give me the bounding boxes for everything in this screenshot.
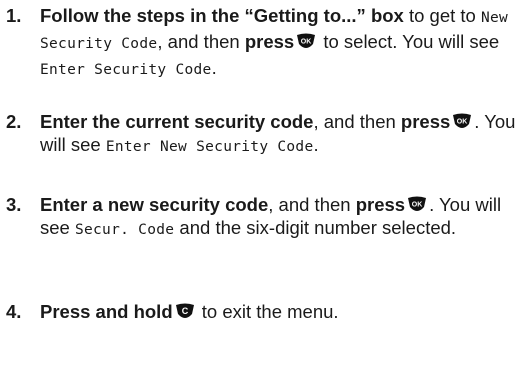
step-number: 3. [6,194,22,215]
ok-key-icon: OK [296,33,316,51]
step-number: 2. [6,111,22,132]
step-text: , and then [313,111,401,132]
display-text: Enter Security Code [40,62,212,78]
step-text: to exit the menu. [196,301,339,322]
step-body: Enter a new security code, and then pres… [40,193,518,242]
step-text: . [313,134,319,155]
steps-list: 1. Follow the steps in the “Getting to..… [0,0,522,367]
step-text: to get to [403,5,481,26]
step-bold-text: press [244,31,295,52]
display-text: Enter New Security Code [105,139,314,155]
svg-text:C: C [181,306,188,316]
step-number: 1. [6,5,22,26]
step-body: Follow the steps in the “Getting to...” … [40,4,518,82]
step-text: to select. You will see [318,31,500,52]
clear-key-icon: C [175,303,195,321]
step-text: and the six-digit number selected. [174,217,457,238]
step-bold-text: Enter a new security code [40,194,269,215]
ok-key-icon: OK [452,113,472,131]
step-bold-text: Follow the steps in the “Getting to...” … [40,5,404,26]
step-body: Enter the current security code, and the… [40,110,518,159]
step-body: Press and hold C to exit the menu. [40,300,518,323]
step-bold-text: press [400,111,451,132]
svg-text:OK: OK [412,202,423,209]
svg-text:OK: OK [301,39,312,46]
ok-key-icon: OK [407,196,427,214]
step-bold-text: press [355,194,406,215]
step-text: . [211,57,217,78]
step-text: , and then [157,31,245,52]
step-bold-text: Enter the current security code [40,111,314,132]
step-number: 4. [6,301,22,322]
svg-text:OK: OK [457,119,468,126]
step-text: , and then [268,194,356,215]
step-bold-text: Press and hold [40,301,173,322]
display-text: Secur. Code [74,222,175,238]
